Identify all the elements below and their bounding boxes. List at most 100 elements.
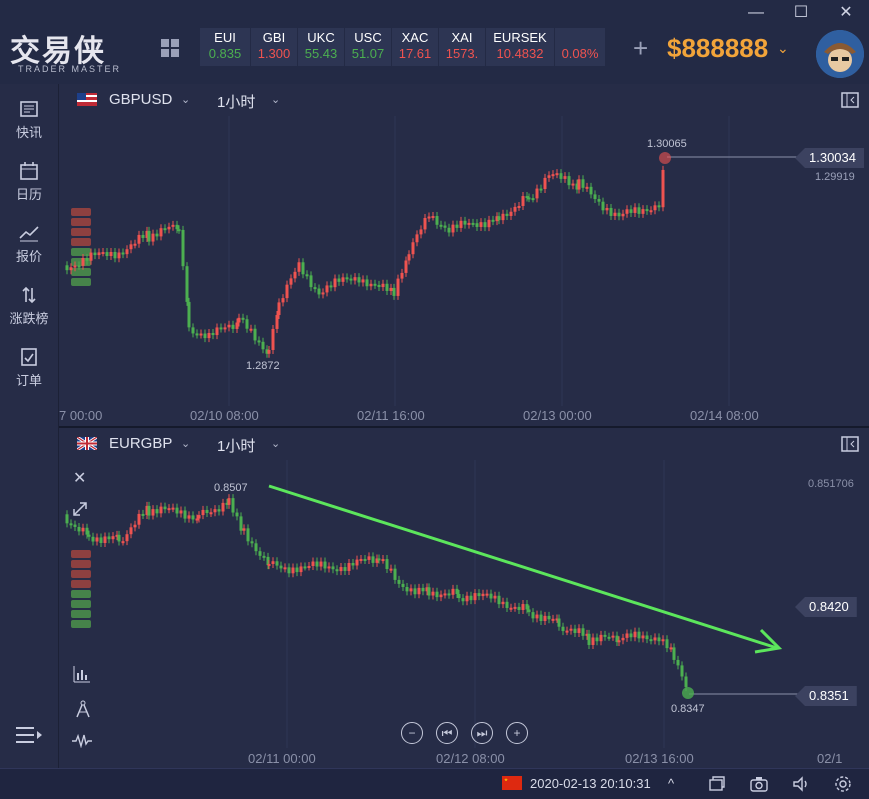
symbol-selector[interactable]: EURGBP bbox=[109, 435, 172, 452]
high-price-label: 0.8507 bbox=[214, 482, 248, 494]
chevron-down-icon[interactable]: ⌄ bbox=[181, 93, 190, 106]
candlestick-chart-gbpusd[interactable] bbox=[59, 116, 869, 426]
candle-body bbox=[99, 537, 103, 544]
sidebar-item-calendar[interactable]: 日历 bbox=[0, 154, 58, 212]
candle-body bbox=[653, 637, 657, 641]
minimize-icon[interactable]: — bbox=[744, 2, 768, 24]
close-icon[interactable]: ✕ bbox=[834, 2, 858, 24]
chart-header: GBPUSD ⌄ 1小时 ⌄ bbox=[59, 84, 869, 116]
ticker-item[interactable]: XAI 1573. bbox=[439, 28, 485, 66]
candle-body bbox=[271, 561, 275, 564]
maximize-icon[interactable]: ☐ bbox=[789, 2, 813, 24]
ticker-item[interactable]: EUI 0.835 bbox=[200, 28, 250, 66]
indicator-icon[interactable] bbox=[72, 664, 92, 684]
candle-body bbox=[267, 563, 271, 566]
ticker-item[interactable]: UKC 55.43 bbox=[298, 28, 344, 66]
candle-body bbox=[400, 272, 404, 279]
symbol-selector[interactable]: GBPUSD bbox=[109, 91, 172, 108]
candle-body bbox=[125, 249, 129, 255]
chevron-down-icon[interactable]: ⌄ bbox=[271, 93, 280, 106]
level-bar bbox=[71, 580, 91, 588]
candle-body bbox=[609, 207, 613, 216]
ticker-item[interactable]: 0.08% bbox=[555, 28, 605, 66]
candle-body bbox=[203, 333, 207, 339]
ticker-item[interactable]: EURSEK 10.4832 bbox=[486, 28, 554, 66]
settings-icon[interactable] bbox=[834, 775, 852, 793]
menu-expand-icon[interactable] bbox=[14, 724, 44, 746]
grid-icon[interactable] bbox=[160, 38, 180, 58]
timeframe-selector[interactable]: 1小时 bbox=[217, 91, 255, 112]
candle-body bbox=[133, 243, 137, 246]
sidebar-item-label: 涨跌榜 bbox=[9, 311, 49, 326]
skip-forward-icon[interactable]: ⏭ bbox=[471, 722, 493, 744]
level-bar bbox=[71, 600, 91, 608]
candle-body bbox=[333, 278, 337, 288]
sidebar-item-quotes[interactable]: 报价 bbox=[0, 216, 58, 274]
candle-body bbox=[543, 615, 547, 622]
candle-body bbox=[547, 615, 551, 620]
zoom-out-icon[interactable]: − bbox=[401, 722, 423, 744]
chevron-up-icon[interactable]: ^ bbox=[668, 776, 674, 791]
candle-body bbox=[129, 244, 133, 250]
candle-body bbox=[377, 558, 381, 561]
ticker-value: 10.4832 bbox=[496, 46, 544, 61]
top-bar: 交易侠 TRADER MASTER EUI 0.835 GBI 1.300 UKC 55.… bbox=[0, 0, 869, 84]
candle-body bbox=[587, 633, 591, 645]
candle-body bbox=[649, 210, 653, 213]
candle-body bbox=[357, 277, 361, 283]
ticker-value: 1573. bbox=[445, 46, 479, 61]
skip-back-icon[interactable]: ⏮ bbox=[436, 722, 458, 744]
ticker-item[interactable]: GBI 1.300 bbox=[251, 28, 297, 66]
candle-body bbox=[163, 506, 167, 510]
candle-body bbox=[199, 333, 203, 336]
candle-body bbox=[581, 179, 585, 188]
candle-body bbox=[455, 224, 459, 228]
candle-body bbox=[329, 285, 333, 288]
panel-layout-icon[interactable] bbox=[841, 91, 859, 109]
ticker-symbol: EUI bbox=[214, 30, 236, 45]
candle-body bbox=[105, 252, 109, 257]
candle-body bbox=[521, 196, 525, 206]
candle-body bbox=[397, 579, 401, 584]
sound-icon[interactable] bbox=[792, 775, 810, 793]
candle-body bbox=[295, 567, 299, 573]
candle-body bbox=[195, 518, 199, 521]
add-icon[interactable]: + bbox=[633, 33, 648, 64]
chevron-down-icon[interactable]: ⌄ bbox=[777, 40, 789, 57]
candle-body bbox=[585, 186, 589, 189]
candle-body bbox=[509, 607, 513, 610]
ticker-symbol: EURSEK bbox=[493, 30, 547, 45]
avatar[interactable] bbox=[816, 30, 864, 78]
panel-layout-icon[interactable] bbox=[841, 435, 859, 453]
ticker-item[interactable]: USC 51.07 bbox=[345, 28, 391, 66]
candle-body bbox=[215, 327, 219, 336]
candle-body bbox=[455, 588, 459, 594]
current-price-marker bbox=[659, 152, 671, 164]
expand-icon[interactable] bbox=[71, 500, 89, 518]
close-icon[interactable]: ✕ bbox=[73, 468, 86, 488]
candlestick-chart-eurgbp[interactable] bbox=[59, 460, 869, 768]
candle-body bbox=[581, 628, 585, 636]
account-balance[interactable]: $888888 bbox=[667, 33, 768, 64]
candle-body bbox=[159, 506, 163, 514]
sidebar-item-rankings[interactable]: 涨跌榜 bbox=[0, 278, 58, 336]
candle-body bbox=[684, 676, 688, 688]
candle-body bbox=[191, 327, 195, 334]
camera-icon[interactable] bbox=[750, 775, 768, 793]
chevron-down-icon[interactable]: ⌄ bbox=[181, 437, 190, 450]
zoom-in-icon[interactable]: + bbox=[506, 722, 528, 744]
sidebar-item-news[interactable]: 快讯 bbox=[0, 92, 58, 150]
windows-icon[interactable] bbox=[708, 775, 726, 793]
sidebar-item-orders[interactable]: 订单 bbox=[0, 340, 58, 398]
timeframe-selector[interactable]: 1小时 bbox=[217, 435, 255, 456]
ticker-item[interactable]: XAC 17.61 bbox=[392, 28, 438, 66]
ticker-symbol: USC bbox=[354, 30, 382, 45]
chevron-down-icon[interactable]: ⌄ bbox=[271, 437, 280, 450]
drawing-compass-icon[interactable] bbox=[73, 699, 93, 719]
candle-body bbox=[477, 593, 481, 597]
candle-body bbox=[277, 302, 281, 316]
ticker-value: 0.835 bbox=[208, 46, 242, 61]
wave-icon[interactable] bbox=[71, 734, 93, 748]
candle-body bbox=[163, 228, 167, 231]
candle-body bbox=[159, 228, 163, 237]
